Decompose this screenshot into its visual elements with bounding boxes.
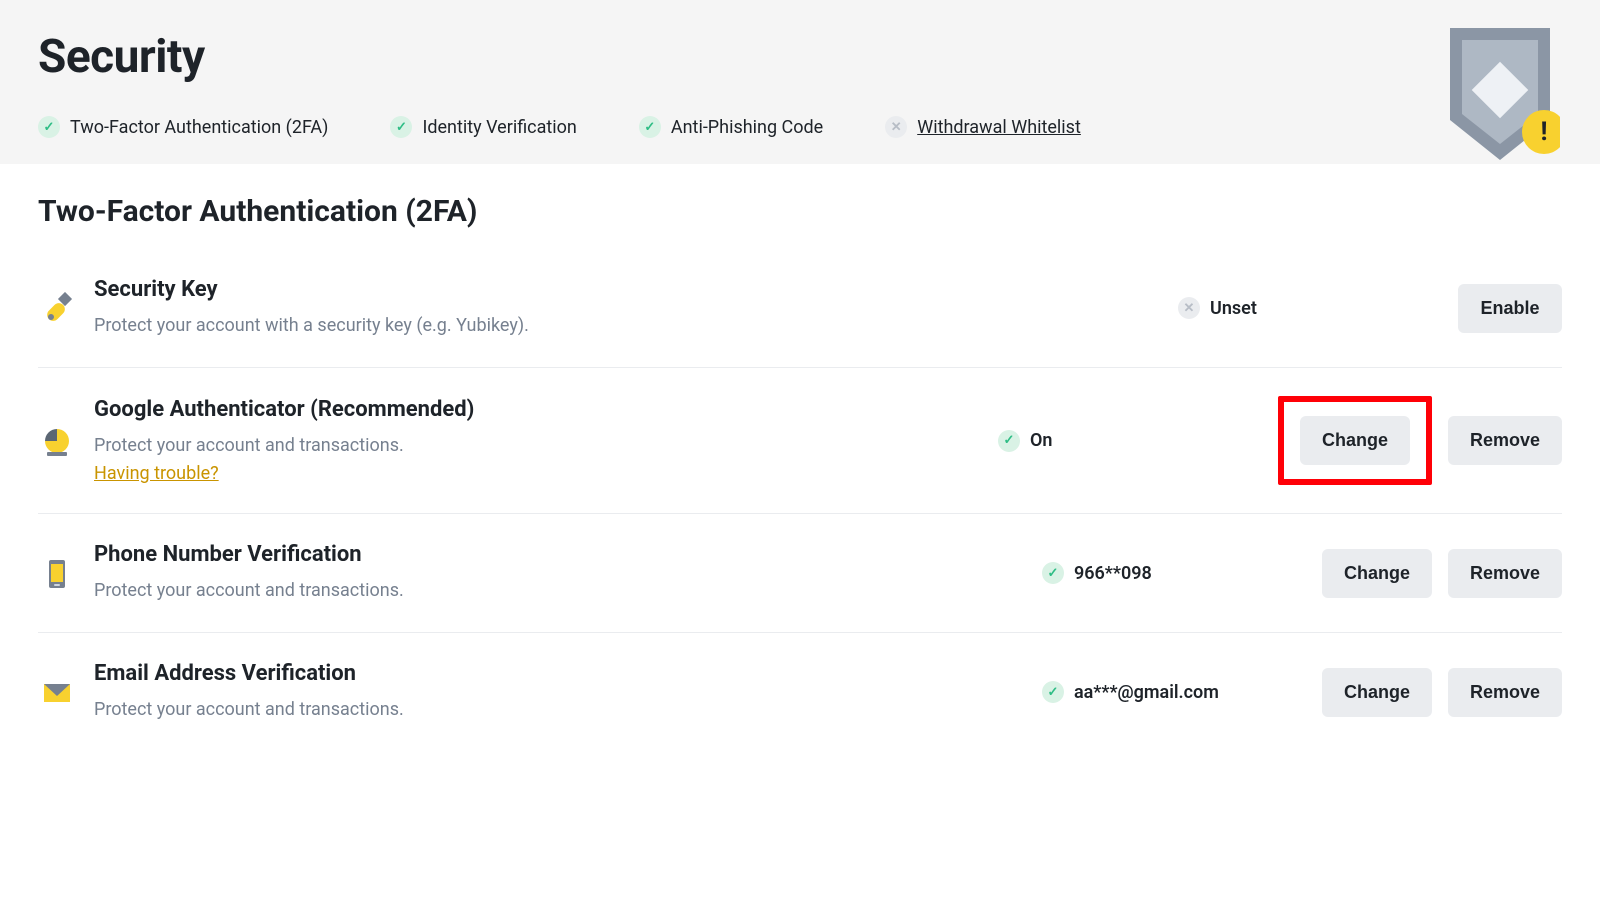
status-2fa: ✓ Two-Factor Authentication (2FA) <box>38 116 328 138</box>
remove-button[interactable]: Remove <box>1448 668 1562 717</box>
row-desc: Protect your account with a security key… <box>94 312 1178 339</box>
row-status: ✓ aa***@gmail.com <box>1042 681 1302 703</box>
status-label: Anti-Phishing Code <box>671 117 823 138</box>
row-email-verification: Email Address Verification Protect your … <box>38 633 1562 751</box>
check-icon: ✓ <box>639 116 661 138</box>
row-status: ✓ On <box>998 430 1258 452</box>
change-button[interactable]: Change <box>1300 416 1410 465</box>
row-title: Phone Number Verification <box>94 542 1042 567</box>
status-row: ✓ Two-Factor Authentication (2FA) ✓ Iden… <box>38 116 1562 138</box>
row-desc: Protect your account and transactions. <box>94 577 1042 604</box>
row-title: Security Key <box>94 277 1178 302</box>
section-title-2fa: Two-Factor Authentication (2FA) <box>38 194 1562 229</box>
check-icon: ✓ <box>38 116 60 138</box>
row-google-authenticator: Google Authenticator (Recommended) Prote… <box>38 368 1562 514</box>
row-status: ✓ 966**098 <box>1042 562 1302 584</box>
row-title: Google Authenticator (Recommended) <box>94 397 998 422</box>
svg-text:!: ! <box>1540 117 1547 147</box>
status-identity-verification: ✓ Identity Verification <box>390 116 576 138</box>
row-phone-verification: Phone Number Verification Protect your a… <box>38 514 1562 633</box>
google-authenticator-icon <box>38 423 76 459</box>
cross-icon: ✕ <box>885 116 907 138</box>
status-withdrawal-whitelist[interactable]: ✕ Withdrawal Whitelist <box>885 116 1081 138</box>
status-text: 966**098 <box>1074 563 1152 584</box>
check-icon: ✓ <box>1042 681 1064 703</box>
status-label: Two-Factor Authentication (2FA) <box>70 117 328 138</box>
status-text: On <box>1030 430 1052 451</box>
content: Two-Factor Authentication (2FA) Security… <box>0 164 1600 751</box>
check-icon: ✓ <box>1042 562 1064 584</box>
change-button[interactable]: Change <box>1322 549 1432 598</box>
row-title: Email Address Verification <box>94 661 1042 686</box>
page-title: Security <box>38 30 1562 84</box>
enable-button[interactable]: Enable <box>1458 284 1562 333</box>
phone-icon <box>38 555 76 591</box>
status-anti-phishing: ✓ Anti-Phishing Code <box>639 116 823 138</box>
status-label: Identity Verification <box>422 117 576 138</box>
row-security-key: Security Key Protect your account with a… <box>38 269 1562 368</box>
status-text: aa***@gmail.com <box>1074 682 1219 703</box>
remove-button[interactable]: Remove <box>1448 549 1562 598</box>
row-status: ✕ Unset <box>1178 297 1438 319</box>
having-trouble-link[interactable]: Having trouble? <box>94 463 219 484</box>
status-label: Withdrawal Whitelist <box>917 117 1081 138</box>
row-desc: Protect your account and transactions. <box>94 432 998 459</box>
check-icon: ✓ <box>390 116 412 138</box>
check-icon: ✓ <box>998 430 1020 452</box>
security-header: Security ✓ Two-Factor Authentication (2F… <box>0 0 1600 164</box>
cross-icon: ✕ <box>1178 297 1200 319</box>
security-key-icon <box>38 290 76 326</box>
security-shield-icon: ! <box>1440 20 1560 170</box>
status-text: Unset <box>1210 298 1257 319</box>
email-icon <box>38 674 76 710</box>
remove-button[interactable]: Remove <box>1448 416 1562 465</box>
highlight-box: Change <box>1278 396 1432 485</box>
row-desc: Protect your account and transactions. <box>94 696 1042 723</box>
change-button[interactable]: Change <box>1322 668 1432 717</box>
